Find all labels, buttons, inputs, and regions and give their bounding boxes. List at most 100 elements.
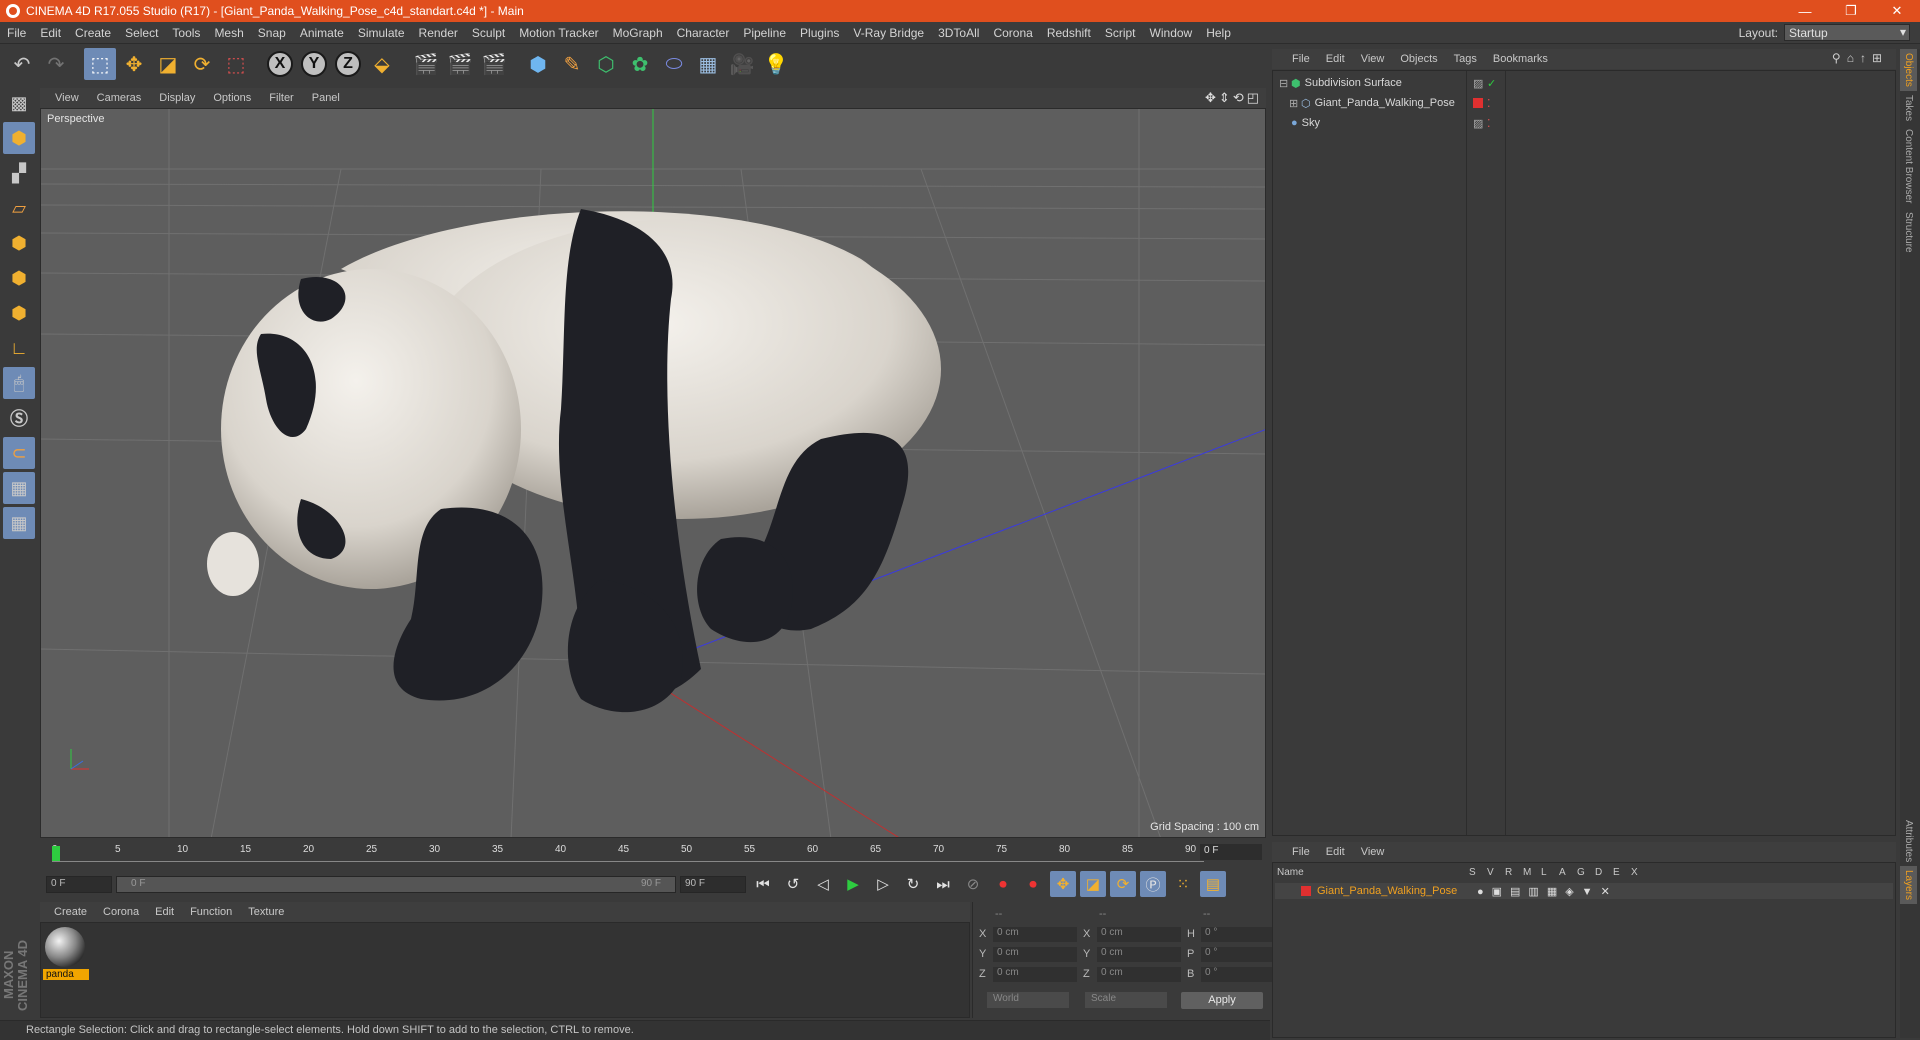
object-name[interactable]: Sky — [1302, 117, 1320, 129]
material-menu-edit[interactable]: Edit — [147, 906, 182, 918]
layer-flags-icons[interactable]: ●▣▤▥▦◈▼✕ — [1477, 885, 1618, 898]
menu-character[interactable]: Character — [670, 26, 737, 40]
layer-row[interactable]: Giant_Panda_Walking_Pose ●▣▤▥▦◈▼✕ — [1275, 883, 1893, 899]
deformer-button[interactable]: ⬭ — [658, 48, 690, 80]
material-preview-thumbnail[interactable] — [45, 927, 85, 967]
timeline-ruler[interactable]: 0 5 10 15 20 25 30 35 40 45 50 55 60 65 … — [40, 840, 1266, 866]
timeline-window-button[interactable]: ▤ — [1200, 871, 1226, 897]
end-frame-field[interactable]: 90 F — [680, 875, 746, 893]
visibility-dots-icon[interactable]: ⁚ — [1487, 97, 1491, 110]
mograph-cloner-button[interactable]: ✿ — [624, 48, 656, 80]
layer-menu-edit[interactable]: Edit — [1318, 846, 1353, 858]
locked-workplane-button[interactable]: ▦ — [3, 472, 35, 504]
tab-attributes[interactable]: Attributes — [1900, 816, 1917, 866]
points-mode-button[interactable]: ⬢ — [3, 227, 35, 259]
menu-vray-bridge[interactable]: V-Ray Bridge — [846, 26, 931, 40]
tab-objects[interactable]: Objects — [1900, 49, 1917, 91]
restore-button[interactable]: ❐ — [1828, 3, 1874, 19]
enabled-check-icon[interactable]: ✓ — [1487, 77, 1496, 90]
subdivision-button[interactable]: ⬡ — [590, 48, 622, 80]
object-menu-edit[interactable]: Edit — [1318, 53, 1353, 65]
object-menu-file[interactable]: File — [1284, 53, 1318, 65]
menu-help[interactable]: Help — [1199, 26, 1238, 40]
menu-edit[interactable]: Edit — [33, 26, 68, 40]
layer-color-icon[interactable] — [1473, 98, 1483, 108]
viewport-menu-filter[interactable]: Filter — [260, 92, 302, 104]
frame-range-slider[interactable]: 0 F 90 F — [116, 875, 676, 893]
tab-takes[interactable]: Takes — [1900, 91, 1917, 125]
record-position-button[interactable]: ✥ — [1050, 871, 1076, 897]
planar-workplane-button[interactable]: ▦ — [3, 507, 35, 539]
material-menu-function[interactable]: Function — [182, 906, 240, 918]
tab-layers[interactable]: Layers — [1900, 866, 1917, 905]
tweak-mode-button[interactable]: 🖱 — [3, 367, 35, 399]
z-axis-button[interactable]: Z — [332, 48, 364, 80]
menu-sculpt[interactable]: Sculpt — [465, 26, 512, 40]
tab-content-browser[interactable]: Content Browser — [1900, 125, 1917, 207]
undo-button[interactable]: ↶ — [6, 48, 38, 80]
previous-frame-button[interactable]: ◁ — [810, 871, 836, 897]
object-menu-bookmarks[interactable]: Bookmarks — [1485, 53, 1556, 65]
menu-animate[interactable]: Animate — [293, 26, 351, 40]
menu-mograph[interactable]: MoGraph — [606, 26, 670, 40]
menu-mesh[interactable]: Mesh — [207, 26, 250, 40]
layer-color-swatch[interactable] — [1301, 886, 1311, 896]
layout-dropdown[interactable]: Startup — [1784, 24, 1910, 41]
record-button[interactable]: ⏺ — [990, 871, 1016, 897]
polygons-mode-button[interactable]: ⬢ — [3, 297, 35, 329]
size-y-field[interactable]: 0 cm — [1097, 946, 1181, 962]
live-selection-button[interactable]: ⬚ — [220, 48, 252, 80]
menu-3dtoall[interactable]: 3DToAll — [931, 26, 986, 40]
workplane-mode-button[interactable]: ▱ — [3, 192, 35, 224]
menu-select[interactable]: Select — [118, 26, 165, 40]
layer-menu-view[interactable]: View — [1353, 846, 1393, 858]
rotation-h-field[interactable]: 0 ° — [1201, 926, 1273, 942]
size-x-field[interactable]: 0 cm — [1097, 926, 1181, 942]
size-mode-dropdown[interactable]: Scale — [1085, 992, 1167, 1008]
menu-simulate[interactable]: Simulate — [351, 26, 412, 40]
visibility-dots-icon[interactable]: ⁚ — [1487, 117, 1491, 130]
rectangle-selection-button[interactable]: ⬚ — [84, 48, 116, 80]
object-menu-tags[interactable]: Tags — [1446, 53, 1485, 65]
position-z-field[interactable]: 0 cm — [993, 966, 1077, 982]
previous-key-button[interactable]: ↺ — [780, 871, 806, 897]
magnet-button[interactable]: ⊂ — [3, 437, 35, 469]
object-row-sky[interactable]: ● Sky ▨ ⁚ — [1273, 113, 1895, 133]
material-menu-texture[interactable]: Texture — [240, 906, 292, 918]
texture-mode-button[interactable]: ▞ — [3, 157, 35, 189]
layer-name[interactable]: Giant_Panda_Walking_Pose — [1317, 885, 1477, 897]
axis-mode-button[interactable]: ∟ — [3, 332, 35, 364]
next-frame-button[interactable]: ▷ — [870, 871, 896, 897]
coordinate-space-dropdown[interactable]: World — [987, 992, 1069, 1008]
viewport-navigation-icons[interactable]: ✥⇕⟲◰ — [1205, 90, 1262, 106]
light-button[interactable]: 💡 — [760, 48, 792, 80]
menu-redshift[interactable]: Redshift — [1040, 26, 1098, 40]
object-manager-tool-icons[interactable]: ⚲⌂↑⊞ — [1832, 51, 1888, 65]
viewport-menu-display[interactable]: Display — [150, 92, 204, 104]
object-name[interactable]: Giant_Panda_Walking_Pose — [1315, 97, 1455, 109]
edges-mode-button[interactable]: ⬢ — [3, 262, 35, 294]
menu-tools[interactable]: Tools — [165, 26, 207, 40]
frame-ruler[interactable]: 0 5 10 15 20 25 30 35 40 45 50 55 60 65 … — [52, 844, 1204, 862]
scale-button[interactable]: ◪ — [152, 48, 184, 80]
spline-pen-button[interactable]: ✎ — [556, 48, 588, 80]
viewport-menu-view[interactable]: View — [46, 92, 88, 104]
autokey-button[interactable]: ⏺ — [1020, 871, 1046, 897]
position-y-field[interactable]: 0 cm — [993, 946, 1077, 962]
keyframe-selection-button[interactable]: ⊘ — [960, 871, 986, 897]
camera-button[interactable]: 🎥 — [726, 48, 758, 80]
record-rotation-button[interactable]: ⟳ — [1110, 871, 1136, 897]
menu-pipeline[interactable]: Pipeline — [736, 26, 793, 40]
play-button[interactable]: ▶ — [840, 871, 866, 897]
close-button[interactable]: ✕ — [1874, 3, 1920, 19]
material-menu-corona[interactable]: Corona — [95, 906, 147, 918]
model-mode-button[interactable]: ⬢ — [3, 122, 35, 154]
move-button[interactable]: ✥ — [118, 48, 150, 80]
position-x-field[interactable]: 0 cm — [993, 926, 1077, 942]
object-row-giant-panda[interactable]: ⊞ ⬡ Giant_Panda_Walking_Pose ⁚ — [1273, 93, 1895, 113]
cube-button[interactable]: ⬢ — [522, 48, 554, 80]
redo-button[interactable]: ↷ — [40, 48, 72, 80]
record-scale-button[interactable]: ◪ — [1080, 871, 1106, 897]
object-menu-view[interactable]: View — [1353, 53, 1393, 65]
apply-button[interactable]: Apply — [1181, 992, 1263, 1009]
